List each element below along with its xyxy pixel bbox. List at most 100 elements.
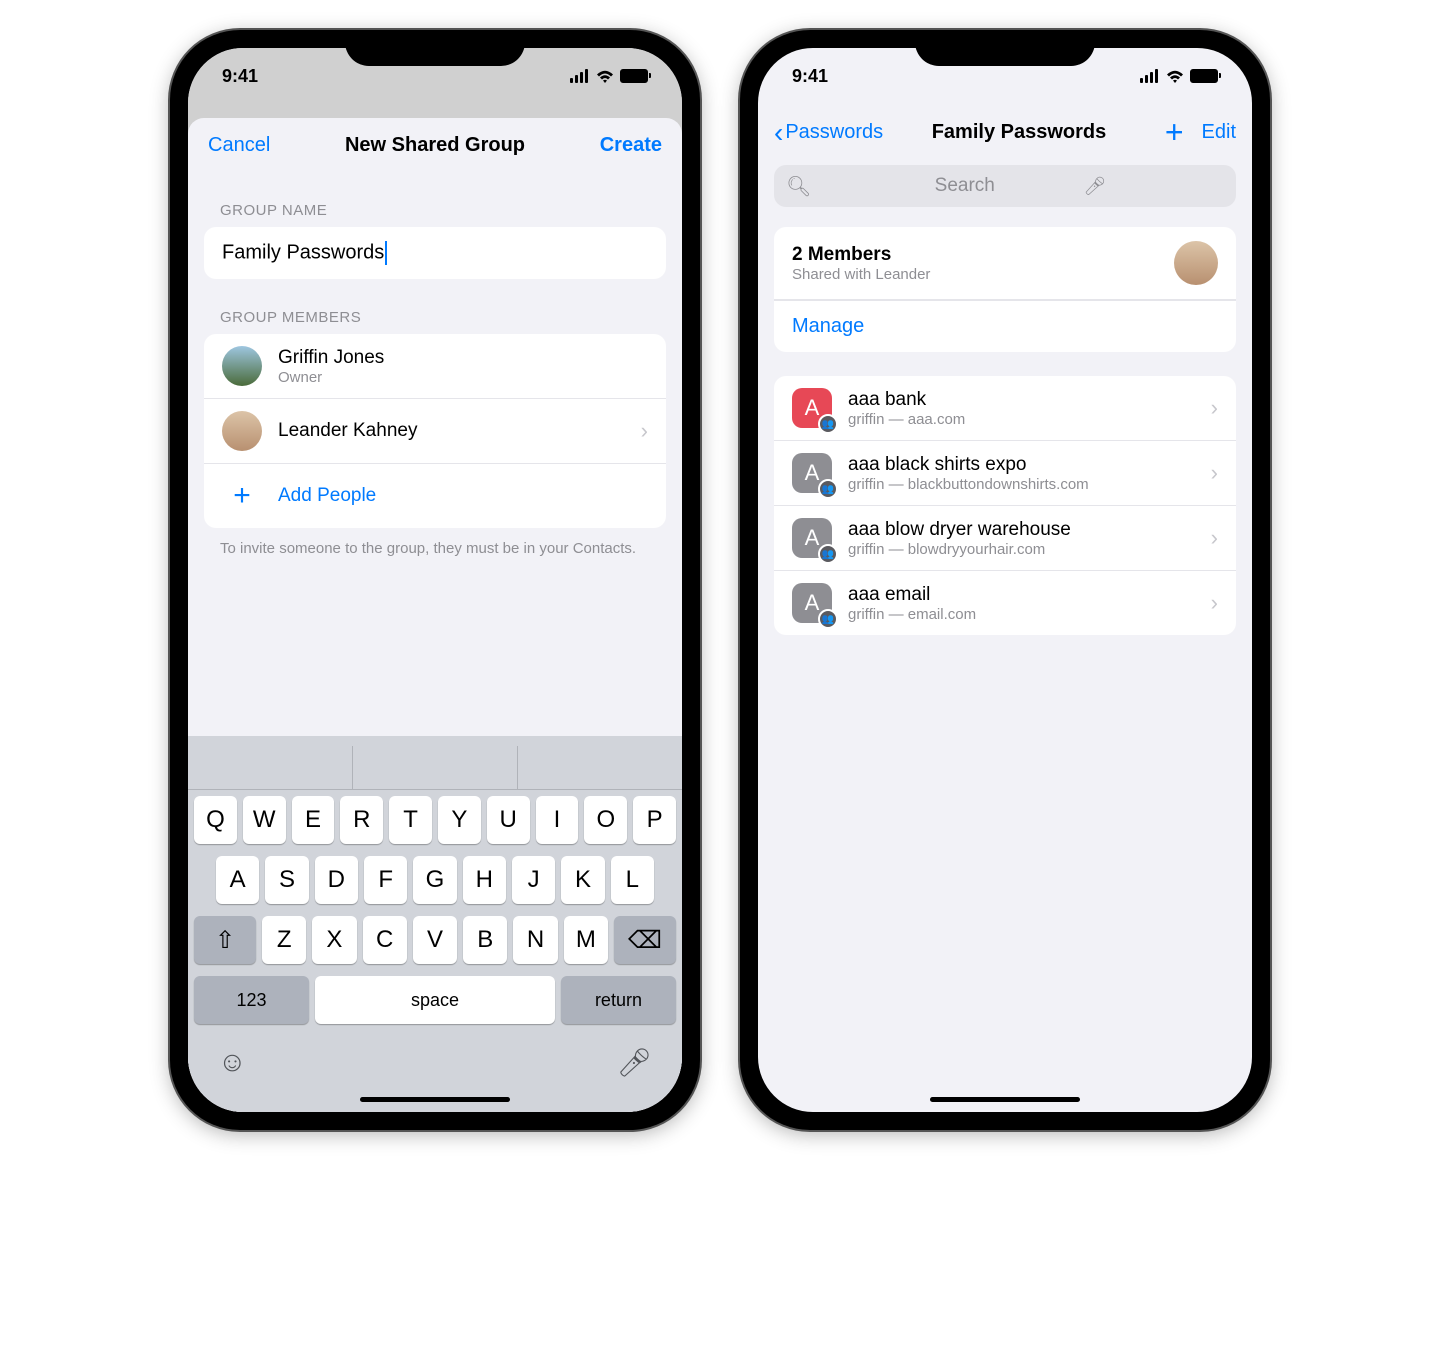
- shift-key[interactable]: ⇧: [194, 916, 256, 964]
- chevron-right-icon: ›: [641, 418, 648, 444]
- manage-button[interactable]: Manage: [774, 300, 1236, 352]
- space-key[interactable]: space: [315, 976, 555, 1024]
- keyboard-bottom: ☺ 🎤︎: [188, 1030, 682, 1089]
- password-subtitle: griffin — blackbuttondownshirts.com: [848, 476, 1195, 493]
- key-l[interactable]: L: [611, 856, 654, 904]
- notch: [345, 30, 525, 66]
- battery-icon: [1190, 69, 1218, 83]
- keyboard-suggestions[interactable]: [188, 746, 682, 790]
- password-row[interactable]: A👥 aaa email griffin — email.com ›: [774, 571, 1236, 635]
- screen-left: 9:41 Cancel New Shared Group Create GROU…: [188, 48, 682, 1112]
- group-name-input[interactable]: Family Passwords: [204, 227, 666, 279]
- dictation-icon[interactable]: 🎤︎: [616, 1046, 652, 1079]
- key-s[interactable]: S: [265, 856, 308, 904]
- key-d[interactable]: D: [315, 856, 358, 904]
- avatar: [222, 346, 262, 386]
- avatar: [1174, 241, 1218, 285]
- keyboard-row-4: 123 space return: [188, 970, 682, 1030]
- shared-badge-icon: 👥: [818, 479, 838, 499]
- home-indicator[interactable]: [930, 1097, 1080, 1102]
- battery-icon: [620, 69, 648, 83]
- password-title: aaa bank: [848, 389, 1195, 411]
- key-r[interactable]: R: [340, 796, 383, 844]
- password-title: aaa black shirts expo: [848, 454, 1195, 476]
- key-b[interactable]: B: [463, 916, 507, 964]
- numbers-key[interactable]: 123: [194, 976, 309, 1024]
- members-summary-row[interactable]: 2 Members Shared with Leander: [774, 227, 1236, 300]
- member-row[interactable]: Leander Kahney ›: [204, 399, 666, 464]
- key-w[interactable]: W: [243, 796, 286, 844]
- home-indicator[interactable]: [360, 1097, 510, 1102]
- key-a[interactable]: A: [216, 856, 259, 904]
- password-subtitle: griffin — aaa.com: [848, 411, 1195, 428]
- password-subtitle: griffin — email.com: [848, 606, 1195, 623]
- key-k[interactable]: K: [561, 856, 604, 904]
- nav-title: New Shared Group: [345, 134, 525, 157]
- cancel-button[interactable]: Cancel: [208, 134, 270, 157]
- key-t[interactable]: T: [389, 796, 432, 844]
- back-chevron-icon[interactable]: ‹: [774, 117, 783, 149]
- nav-bar: ‹ Passwords Family Passwords + Edit: [758, 104, 1252, 161]
- modal-sheet: Cancel New Shared Group Create GROUP NAM…: [188, 118, 682, 1112]
- plus-icon: +: [222, 476, 262, 516]
- edit-button[interactable]: Edit: [1202, 121, 1236, 144]
- shared-badge-icon: 👥: [818, 414, 838, 434]
- key-n[interactable]: N: [513, 916, 557, 964]
- back-button[interactable]: Passwords: [785, 121, 883, 144]
- keyboard-row-3: ⇧ Z X C V B N M ⌫: [188, 910, 682, 970]
- nav-title: Family Passwords: [877, 121, 1161, 144]
- site-icon: A👥: [792, 583, 832, 623]
- group-name-value: Family Passwords: [222, 241, 384, 263]
- status-time: 9:41: [222, 66, 258, 87]
- keyboard-row-1: Q W E R T Y U I O P: [188, 790, 682, 850]
- key-z[interactable]: Z: [262, 916, 306, 964]
- key-x[interactable]: X: [312, 916, 356, 964]
- passwords-list: A👥 aaa bank griffin — aaa.com › A👥 aaa b…: [774, 376, 1236, 635]
- signal-icon: [570, 69, 590, 83]
- password-row[interactable]: A👥 aaa black shirts expo griffin — black…: [774, 441, 1236, 506]
- keyboard-row-2: A S D F G H J K L: [188, 850, 682, 910]
- member-role: Owner: [278, 369, 648, 386]
- key-h[interactable]: H: [463, 856, 506, 904]
- members-subtitle: Shared with Leander: [792, 266, 1158, 283]
- key-g[interactable]: G: [413, 856, 456, 904]
- key-i[interactable]: I: [536, 796, 579, 844]
- key-v[interactable]: V: [413, 916, 457, 964]
- avatar: [222, 411, 262, 451]
- emoji-icon[interactable]: ☺: [218, 1046, 247, 1079]
- nav-bar: Cancel New Shared Group Create: [188, 118, 682, 172]
- status-icons: [570, 69, 648, 83]
- wifi-icon: [1166, 69, 1184, 83]
- create-button[interactable]: Create: [600, 134, 662, 157]
- key-e[interactable]: E: [292, 796, 335, 844]
- key-j[interactable]: J: [512, 856, 555, 904]
- return-key[interactable]: return: [561, 976, 676, 1024]
- chevron-right-icon: ›: [1211, 590, 1218, 616]
- site-icon: A👥: [792, 453, 832, 493]
- add-people-row[interactable]: + Add People: [204, 464, 666, 528]
- member-name: Griffin Jones: [278, 347, 648, 369]
- search-icon: 🔍︎: [786, 174, 927, 199]
- key-f[interactable]: F: [364, 856, 407, 904]
- mic-icon[interactable]: 🎤︎: [1083, 176, 1224, 197]
- members-summary-card: 2 Members Shared with Leander Manage: [774, 227, 1236, 352]
- search-input[interactable]: 🔍︎ Search 🎤︎: [774, 165, 1236, 207]
- password-subtitle: griffin — blowdryyourhair.com: [848, 541, 1195, 558]
- key-m[interactable]: M: [564, 916, 608, 964]
- add-button[interactable]: +: [1165, 114, 1184, 151]
- password-row[interactable]: A👥 aaa bank griffin — aaa.com ›: [774, 376, 1236, 441]
- password-row[interactable]: A👥 aaa blow dryer warehouse griffin — bl…: [774, 506, 1236, 571]
- section-header-group-name: GROUP NAME: [188, 172, 682, 227]
- search-placeholder: Search: [935, 175, 1076, 197]
- key-c[interactable]: C: [363, 916, 407, 964]
- key-y[interactable]: Y: [438, 796, 481, 844]
- key-q[interactable]: Q: [194, 796, 237, 844]
- keyboard: Q W E R T Y U I O P A S D F G H: [188, 736, 682, 1112]
- backspace-key[interactable]: ⌫: [614, 916, 676, 964]
- key-u[interactable]: U: [487, 796, 530, 844]
- wifi-icon: [596, 69, 614, 83]
- key-p[interactable]: P: [633, 796, 676, 844]
- key-o[interactable]: O: [584, 796, 627, 844]
- site-icon: A👥: [792, 388, 832, 428]
- chevron-right-icon: ›: [1211, 525, 1218, 551]
